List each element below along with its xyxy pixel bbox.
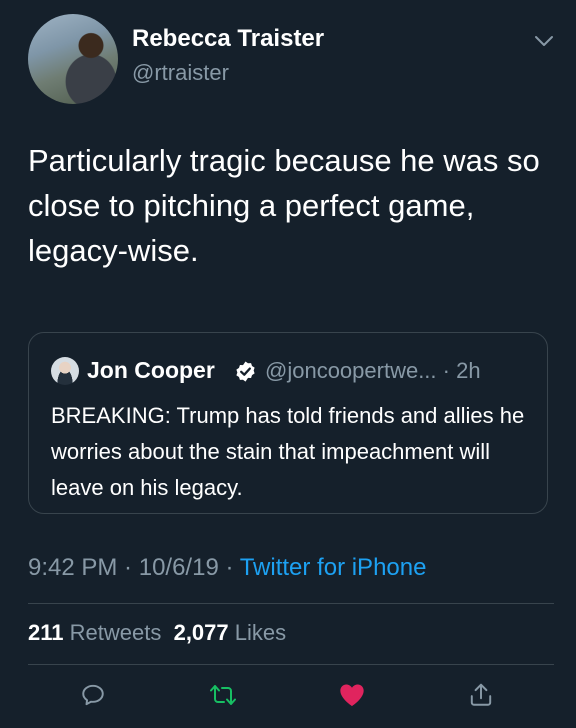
- divider: [28, 664, 554, 665]
- heart-icon: [340, 684, 364, 707]
- likes-label: Likes: [234, 620, 287, 645]
- comment-bubble-icon: [82, 684, 104, 706]
- quoted-author-avatar: [51, 357, 79, 385]
- likes-count: 2,077: [173, 620, 229, 645]
- retweet-arrows-icon: [210, 685, 236, 705]
- tweet-time: 9:42 PM: [28, 554, 118, 581]
- retweets-stat[interactable]: 211 Retweets: [28, 620, 161, 645]
- like-button[interactable]: [337, 680, 367, 710]
- tweet-stats: 211 Retweets 2,077 Likes: [28, 620, 286, 646]
- author-avatar[interactable]: [28, 14, 118, 104]
- verified-badge-icon: [236, 361, 255, 382]
- author-handle[interactable]: @rtraister: [132, 60, 229, 86]
- quoted-author-name: Jon Cooper: [87, 357, 215, 383]
- retweets-label: Retweets: [69, 620, 162, 645]
- share-arrow-icon: [470, 683, 492, 706]
- tweet-meta: 9:42 PM · 10/6/19 · Twitter for iPhone: [28, 554, 427, 581]
- author-name[interactable]: Rebecca Traister: [132, 25, 324, 53]
- tweet-text: Particularly tragic because he was so cl…: [28, 143, 540, 268]
- chevron-down-icon[interactable]: [534, 34, 554, 48]
- quoted-author-handle: @joncoopertwe... · 2h: [265, 358, 481, 383]
- retweets-count: 211: [28, 620, 64, 645]
- tweet-date: 10/6/19: [138, 554, 219, 581]
- quoted-age: 2h: [456, 358, 481, 383]
- quoted-handle-text: @joncoopertwe...: [265, 358, 437, 383]
- tweet-header: Rebecca Traister @rtraister: [28, 14, 558, 104]
- divider: [28, 603, 554, 604]
- quoted-tweet[interactable]: Jon Cooper @joncoopertwe... · 2h BREAKIN…: [28, 332, 548, 514]
- reply-button[interactable]: [78, 680, 108, 710]
- retweet-button[interactable]: [208, 680, 238, 710]
- likes-stat[interactable]: 2,077 Likes: [174, 620, 287, 645]
- tweet-source-link[interactable]: Twitter for iPhone: [240, 554, 427, 581]
- quoted-tweet-text: BREAKING: Trump has told friends and all…: [51, 403, 525, 500]
- share-button[interactable]: [466, 680, 496, 710]
